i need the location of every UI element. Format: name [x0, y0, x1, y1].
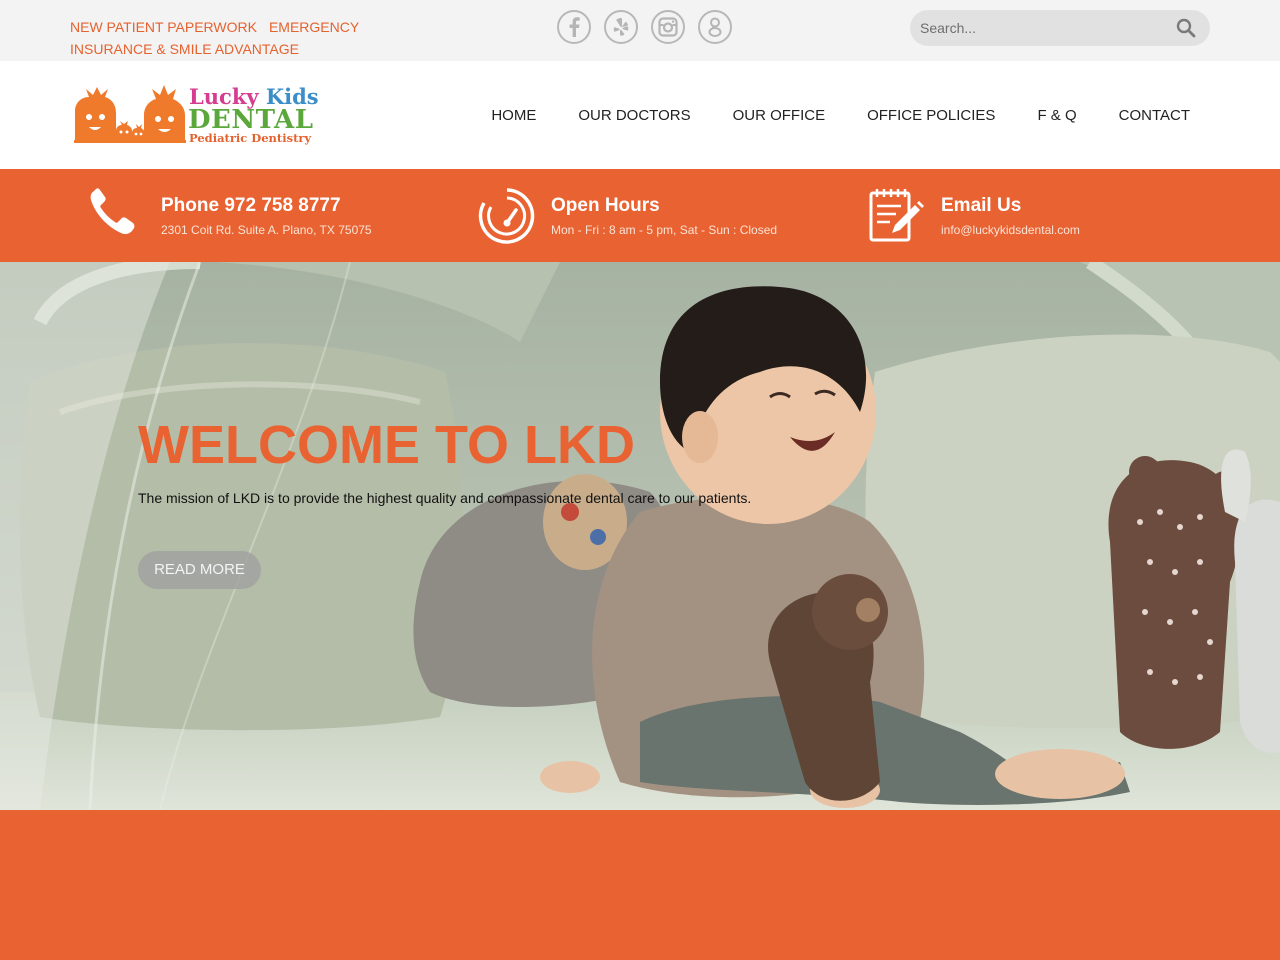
facebook-icon[interactable]	[557, 10, 591, 44]
yelp-icon[interactable]	[604, 10, 638, 44]
hero-banner: WELCOME TO LKD The mission of LKD is to …	[0, 262, 1280, 810]
search-box	[910, 10, 1210, 46]
email-address-link[interactable]: info@luckykidsdental.com	[941, 223, 1080, 237]
nav-item-office-policies[interactable]: OFFICE POLICIES	[867, 107, 995, 125]
nav-item-contact[interactable]: CONTACT	[1119, 107, 1190, 125]
search-icon[interactable]	[1176, 18, 1196, 38]
email-title: Email Us	[941, 195, 1022, 216]
notepad-pencil-icon	[869, 189, 924, 242]
phone-title[interactable]: Phone 972 758 8777	[161, 195, 341, 217]
logo-line-dental: DENTAL	[188, 105, 314, 135]
logo[interactable]: Lucky Kids DENTAL Pediatric Dentistry	[72, 85, 328, 147]
top-links: NEW PATIENT PAPERWORK EMERGENCY INSURANCE…	[70, 16, 360, 60]
hours-title: Open Hours	[551, 195, 660, 216]
search-input[interactable]	[920, 10, 1170, 46]
hero-text: The mission of LKD is to provide the hig…	[138, 490, 752, 506]
address-text: 2301 Coit Rd. Suite A. Plano, TX 75075	[161, 223, 372, 237]
gauge-icon	[478, 188, 535, 244]
footer-band	[0, 810, 1280, 960]
top-utility-bar: NEW PATIENT PAPERWORK EMERGENCY INSURANCE…	[0, 0, 1280, 61]
logo-kids-icon	[74, 85, 186, 143]
phone-icon	[90, 188, 135, 235]
logo-line-pediatric-dentistry: Pediatric Dentistry	[189, 131, 312, 145]
nav-item-f-and-q[interactable]: F & Q	[1037, 107, 1076, 125]
social-links	[557, 10, 732, 44]
hero-heading: WELCOME TO LKD	[138, 415, 635, 475]
nav-item-our-office[interactable]: OUR OFFICE	[733, 107, 826, 125]
google-icon[interactable]	[698, 10, 732, 44]
site-header: Lucky Kids DENTAL Pediatric Dentistry HO…	[0, 61, 1280, 169]
insurance-smile-advantage-link[interactable]: INSURANCE & SMILE ADVANTAGE	[70, 41, 299, 57]
nav-item-our-doctors[interactable]: OUR DOCTORS	[578, 107, 690, 125]
hours-text: Mon - Fri : 8 am - 5 pm, Sat - Sun : Clo…	[551, 223, 778, 237]
instagram-icon[interactable]	[651, 10, 685, 44]
main-nav: HOME OUR DOCTORS OUR OFFICE OFFICE POLIC…	[491, 107, 1190, 125]
read-more-button[interactable]: READ MORE	[138, 551, 261, 589]
hero-photo	[0, 262, 1280, 810]
nav-item-home[interactable]: HOME	[491, 107, 536, 125]
new-patient-paperwork-link[interactable]: NEW PATIENT PAPERWORK	[70, 19, 257, 35]
emergency-link[interactable]: EMERGENCY	[269, 19, 359, 35]
info-bar: Phone 972 758 8777 2301 Coit Rd. Suite A…	[0, 169, 1280, 262]
